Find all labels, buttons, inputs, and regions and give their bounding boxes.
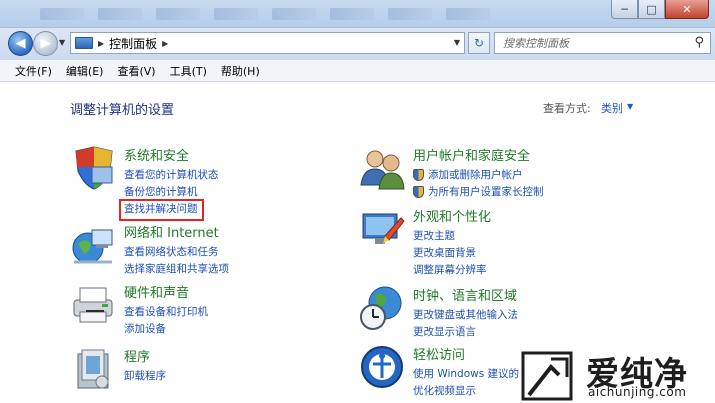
- globe-clock-icon[interactable]: [359, 285, 405, 331]
- page-title: 调整计算机的设置: [70, 103, 175, 118]
- watermark-logo: [521, 351, 573, 401]
- breadcrumb-control-panel[interactable]: 控制面板: [109, 35, 157, 52]
- users-icon[interactable]: [359, 145, 405, 191]
- menu-file[interactable]: 文件(F): [8, 63, 59, 79]
- link-change-theme[interactable]: 更改主题: [413, 227, 487, 244]
- shield-computer-icon[interactable]: [70, 145, 116, 191]
- history-dropdown-icon[interactable]: ▼: [59, 38, 65, 47]
- breadcrumb-arrow-icon[interactable]: ▶: [162, 39, 168, 48]
- arrow-left-icon: ◀: [15, 36, 26, 51]
- printer-icon[interactable]: [70, 282, 116, 328]
- uac-shield-icon: [413, 185, 424, 198]
- link-devices-printers[interactable]: 查看设备和打印机: [124, 303, 208, 320]
- watermark-url: aichunjing.com: [588, 385, 687, 399]
- menu-bar: 文件(F) 编辑(E) 查看(V) 工具(T) 帮助(H): [0, 60, 715, 82]
- link-screen-resolution[interactable]: 调整屏幕分辨率: [413, 261, 487, 278]
- minimize-button[interactable]: ─: [611, 0, 638, 19]
- control-panel-icon: [75, 37, 93, 49]
- title-bar: ─ □ ✕: [0, 0, 715, 28]
- link-network-status[interactable]: 查看网络状态和任务: [124, 243, 229, 260]
- control-panel-content: 调整计算机的设置 查看方式: 类别 ▼ 系统和安全 查看您的计算机状态 备份您的…: [0, 82, 715, 403]
- blurred-taskbar-items: [40, 8, 490, 22]
- category-title[interactable]: 程序: [124, 346, 150, 365]
- link-change-background[interactable]: 更改桌面背景: [413, 244, 487, 261]
- navigation-bar: ◀ ▶ ▼ ▶ 控制面板 ▶ ▼ ↻ ⚲: [0, 28, 715, 60]
- back-button[interactable]: ◀: [8, 31, 33, 56]
- category-title[interactable]: 时钟、语言和区域: [413, 285, 517, 304]
- maximize-button[interactable]: □: [638, 0, 665, 19]
- link-add-device[interactable]: 添加设备: [124, 320, 208, 337]
- close-button[interactable]: ✕: [665, 0, 709, 19]
- ease-of-access-icon[interactable]: [359, 344, 405, 390]
- highlight-annotation-box: [119, 199, 204, 221]
- chevron-down-icon[interactable]: ▼: [627, 102, 633, 111]
- link-optimize-display[interactable]: 优化视频显示: [413, 382, 519, 399]
- link-uninstall-program[interactable]: 卸载程序: [124, 367, 166, 384]
- window-controls: ─ □ ✕: [611, 0, 709, 19]
- menu-view[interactable]: 查看(V): [110, 63, 162, 79]
- search-box[interactable]: ⚲: [494, 32, 711, 54]
- search-input[interactable]: [503, 36, 683, 50]
- category-title[interactable]: 轻松访问: [413, 344, 465, 363]
- display-paint-icon[interactable]: [359, 206, 405, 252]
- arrow-right-icon: ▶: [40, 36, 51, 51]
- category-title[interactable]: 系统和安全: [124, 145, 189, 164]
- view-by-label: 查看方式:: [543, 102, 591, 115]
- link-change-display-language[interactable]: 更改显示语言: [413, 323, 518, 340]
- link-homegroup-sharing[interactable]: 选择家庭组和共享选项: [124, 260, 229, 277]
- link-backup-computer[interactable]: 备份您的计算机: [124, 183, 219, 200]
- refresh-button[interactable]: ↻: [468, 32, 490, 54]
- category-title[interactable]: 外观和个性化: [413, 206, 491, 225]
- programs-icon[interactable]: [70, 346, 116, 392]
- uac-shield-icon: [413, 168, 424, 181]
- link-label[interactable]: 添加或删除用户帐户: [428, 167, 523, 182]
- link-change-keyboard[interactable]: 更改键盘或其他输入法: [413, 306, 518, 323]
- forward-button[interactable]: ▶: [33, 31, 58, 56]
- network-globe-icon[interactable]: [70, 222, 116, 268]
- category-title[interactable]: 网络和 Internet: [124, 222, 219, 241]
- link-view-computer-status[interactable]: 查看您的计算机状态: [124, 166, 219, 183]
- link-parental-controls[interactable]: 为所有用户设置家长控制: [413, 183, 544, 200]
- category-title[interactable]: 用户帐户和家庭安全: [413, 145, 530, 164]
- link-label[interactable]: 为所有用户设置家长控制: [428, 184, 544, 199]
- search-icon[interactable]: ⚲: [694, 35, 704, 50]
- address-bar[interactable]: ▶ 控制面板 ▶ ▼: [70, 32, 465, 54]
- address-dropdown-icon[interactable]: ▼: [454, 38, 460, 47]
- view-by-dropdown[interactable]: 类别: [601, 100, 623, 116]
- link-windows-suggested-settings[interactable]: 使用 Windows 建议的: [413, 365, 519, 382]
- menu-help[interactable]: 帮助(H): [214, 63, 267, 79]
- refresh-icon: ↻: [473, 36, 485, 50]
- menu-tools[interactable]: 工具(T): [163, 63, 214, 79]
- category-title[interactable]: 硬件和声音: [124, 282, 189, 301]
- link-add-remove-accounts[interactable]: 添加或删除用户帐户: [413, 166, 544, 183]
- menu-edit[interactable]: 编辑(E): [59, 63, 111, 79]
- breadcrumb-arrow-icon[interactable]: ▶: [98, 39, 104, 48]
